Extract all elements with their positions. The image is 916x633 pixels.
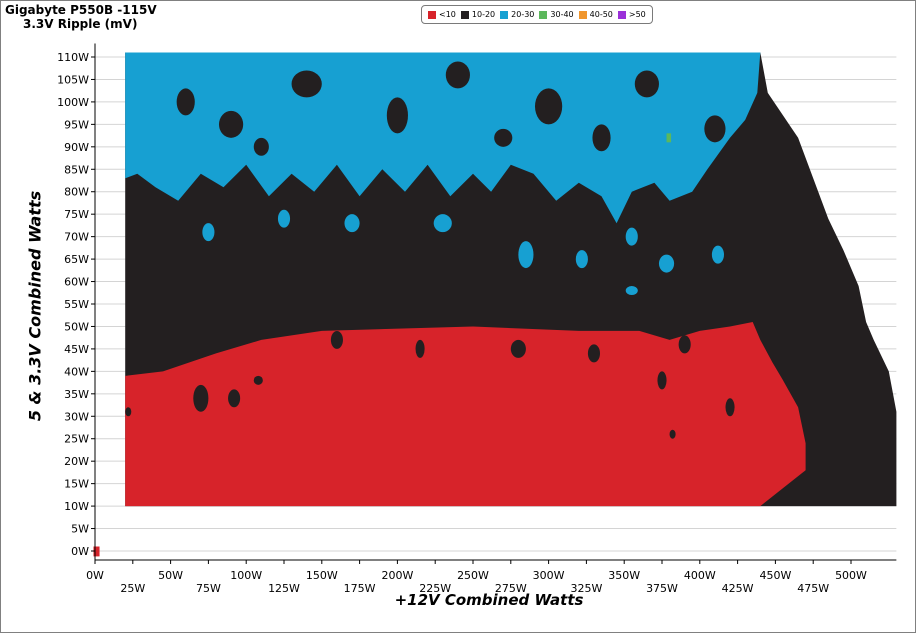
heatmap-island [330, 330, 343, 349]
y-tick-label: 50W [64, 320, 89, 333]
y-tick-label: 10W [64, 500, 89, 513]
y-tick-label: 35W [64, 388, 89, 401]
heatmap-island [711, 245, 724, 264]
x-tick-label: 350W [608, 569, 640, 582]
y-tick-label: 90W [64, 141, 89, 154]
heatmap-island [277, 209, 291, 228]
x-tick-label: 250W [457, 569, 489, 582]
x-tick-label: 50W [158, 569, 183, 582]
y-tick-label: 30W [64, 410, 89, 423]
y-tick-label: 95W [64, 118, 89, 131]
x-tick-label: 75W [196, 582, 221, 595]
heatmap-island [534, 88, 563, 125]
x-axis-label: +12V Combined Watts [394, 591, 584, 609]
y-tick-label: 5W [71, 523, 89, 536]
heatmap-island [575, 250, 588, 269]
x-tick-label: 0W [86, 569, 104, 582]
heatmap-island [415, 339, 425, 358]
x-tick-label: 25W [120, 582, 145, 595]
heatmap-island [725, 398, 735, 417]
heatmap-island [587, 344, 601, 363]
y-tick-label: 85W [64, 163, 89, 176]
x-tick-label: 400W [684, 569, 716, 582]
heatmap-island [625, 227, 638, 246]
x-tick-label: 450W [759, 569, 791, 582]
heatmap-island [669, 429, 676, 439]
heatmap-island [678, 335, 691, 354]
heatmap-island [518, 241, 534, 269]
heatmap-island [510, 339, 526, 358]
heatmap-island [386, 97, 408, 134]
y-tick-label: 110W [57, 51, 89, 64]
y-tick-label: 45W [64, 343, 89, 356]
heatmap-island [228, 389, 241, 408]
x-tick-label: 500W [835, 569, 867, 582]
y-tick-label: 15W [64, 478, 89, 491]
y-tick-label: 20W [64, 455, 89, 468]
heatmap-cell-30-40 [666, 133, 672, 143]
chart-frame: Gigabyte P550B -115V 3.3V Ripple (mV) <1… [0, 0, 916, 633]
y-tick-label: 60W [64, 276, 89, 289]
heatmap-island [657, 371, 667, 390]
heatmap-island [253, 137, 269, 156]
heatmap-island [218, 110, 244, 138]
x-tick-label: 100W [230, 569, 262, 582]
x-tick-label: 125W [268, 582, 300, 595]
data-layer [93, 52, 897, 557]
y-tick-label: 80W [64, 186, 89, 199]
y-tick-label: 75W [64, 208, 89, 221]
y-tick-label: 65W [64, 253, 89, 266]
heatmap-island [193, 384, 209, 412]
x-tick-label: 150W [306, 569, 338, 582]
heatmap-island [658, 254, 675, 273]
x-tick-label: 425W [722, 582, 754, 595]
heatmap-island [202, 223, 215, 242]
heatmap-island [494, 128, 513, 147]
x-tick-label: 375W [646, 582, 678, 595]
y-tick-label: 40W [64, 365, 89, 378]
heatmap-island [592, 124, 611, 152]
y-tick-label: 105W [57, 73, 89, 86]
y-tick-label: 100W [57, 96, 89, 109]
heatmap-island [634, 70, 659, 98]
heatmap-island [625, 286, 638, 296]
heatmap-island [176, 88, 195, 116]
heatmap-island [125, 407, 132, 417]
plot-area: 0W 5W 10W 15W 20W 25W 30W 35W 40W 45W 50W 55W 60W 65W… [57, 43, 897, 595]
y-axis-label: 5 & 3.3V Combined Watts [25, 190, 45, 422]
y-tick-label: 0W [71, 545, 89, 558]
y-tick-label: 70W [64, 231, 89, 244]
heatmap-island [704, 115, 726, 143]
heatmap-island [433, 214, 452, 233]
heatmap-island [445, 61, 470, 89]
heatmap-island [291, 70, 322, 98]
x-tick-label: 300W [533, 569, 565, 582]
y-tick-label: 55W [64, 298, 89, 311]
heatmap-island [253, 375, 263, 385]
x-tick-label: 175W [344, 582, 376, 595]
x-tick-label: 475W [797, 582, 829, 595]
heatmap-island [344, 214, 360, 233]
y-tick-label: 25W [64, 433, 89, 446]
x-tick-label: 200W [381, 569, 413, 582]
